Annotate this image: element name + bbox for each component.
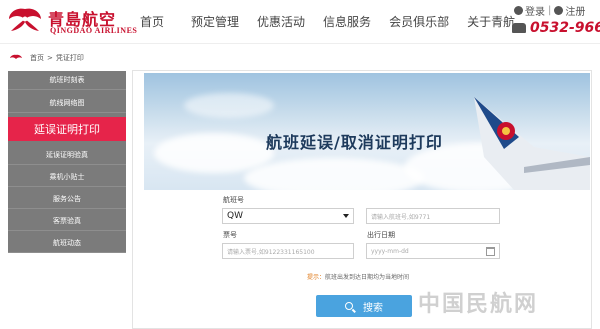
login-link[interactable]: 登录 <box>525 3 545 18</box>
flight-number-label: 航班号 <box>223 196 244 204</box>
airline-code-select[interactable]: QW <box>222 208 354 224</box>
ticket-number-label: 票号 <box>223 231 237 239</box>
nav-promotions[interactable]: 优惠活动 <box>257 13 305 31</box>
breadcrumb-current: 凭证打印 <box>55 54 84 62</box>
watermark-text: 中国民航网 <box>418 292 539 317</box>
sidebar: 航班时刻表 航线网络图 延误证明打印 延误证明验真 乘机小贴士 服务公告 客票验… <box>8 71 126 253</box>
hotline-number: 0532-96630 <box>530 20 600 36</box>
ticket-number-input[interactable]: 请输入票号,如9122331165100 <box>222 243 354 259</box>
logo-small-icon <box>10 54 22 59</box>
breadcrumb-home[interactable]: 首页 <box>30 53 44 63</box>
search-icon <box>345 302 353 310</box>
travel-date-placeholder: yyyy-mm-dd <box>371 247 409 255</box>
sidebar-item-delay-certificate-verify[interactable]: 延误证明验真 <box>8 146 126 165</box>
search-button-label: 搜索 <box>363 302 383 314</box>
nav-booking-management[interactable]: 预定管理 <box>191 13 239 31</box>
travel-date-label: 出行日期 <box>367 231 395 239</box>
cloud-shape <box>184 93 274 118</box>
hotline: 0532-96630 <box>512 20 600 36</box>
account-links: 登录 | 注册 <box>514 3 585 18</box>
breadcrumb-separator: > <box>47 54 53 62</box>
travel-date-input[interactable]: yyyy-mm-dd <box>366 243 500 259</box>
chevron-down-icon <box>343 214 349 218</box>
tip-text: 航班出发到达日期均为当地时间 <box>325 274 410 281</box>
sidebar-item-service-notices[interactable]: 服务公告 <box>8 190 126 209</box>
sidebar-item-flight-status[interactable]: 航班动态 <box>8 234 126 253</box>
flight-number-placeholder: 请输入航班号,如9771 <box>371 213 431 221</box>
airplane-tail-icon <box>474 97 590 190</box>
page: 青島航空 QINGDAO AIRLINES 首页 预定管理 优惠活动 信息服务 … <box>0 0 600 329</box>
register-link[interactable]: 注册 <box>565 3 585 18</box>
register-user-icon <box>554 6 564 15</box>
airline-code-value: QW <box>227 211 243 221</box>
banner: 航班延误/取消证明打印 <box>144 73 590 190</box>
form-tip: 提示：航班出发到达日期均为当地时间 <box>307 272 409 281</box>
site-header: 青島航空 QINGDAO AIRLINES 首页 预定管理 优惠活动 信息服务 … <box>0 0 600 44</box>
sidebar-item-travel-tips[interactable]: 乘机小贴士 <box>8 168 126 187</box>
nav-information-services[interactable]: 信息服务 <box>323 13 371 31</box>
link-separator: | <box>548 5 552 16</box>
banner-title: 航班延误/取消证明打印 <box>266 133 443 152</box>
ticket-number-placeholder: 请输入票号,如9122331165100 <box>227 248 315 256</box>
main-nav: 首页 预定管理 优惠活动 信息服务 会员俱乐部 关于青航 <box>140 13 533 31</box>
search-button[interactable]: 搜索 <box>316 295 412 317</box>
sidebar-item-delay-certificate-print[interactable]: 延误证明打印 <box>8 117 126 141</box>
sidebar-item-ticket-verify[interactable]: 客票验真 <box>8 212 126 231</box>
user-icon <box>514 6 523 15</box>
nav-about[interactable]: 关于青航 <box>467 13 515 31</box>
logo-english-text: QINGDAO AIRLINES <box>50 26 138 35</box>
sidebar-item-flight-schedule[interactable]: 航班时刻表 <box>8 71 126 90</box>
tip-prefix: 提示： <box>307 274 326 281</box>
sidebar-item-route-map[interactable]: 航线网络图 <box>8 94 126 113</box>
nav-home[interactable]: 首页 <box>140 13 164 31</box>
qingdao-airlines-logo[interactable]: 青島航空 QINGDAO AIRLINES <box>6 4 138 38</box>
phone-icon <box>512 23 526 33</box>
calendar-icon[interactable] <box>486 247 495 256</box>
flight-number-input[interactable]: 请输入航班号,如9771 <box>366 208 500 224</box>
breadcrumb: 首页 > 凭证打印 <box>0 51 600 65</box>
cloud-shape <box>244 158 424 190</box>
logo-mark-icon <box>9 8 41 31</box>
nav-member-club[interactable]: 会员俱乐部 <box>389 13 449 31</box>
